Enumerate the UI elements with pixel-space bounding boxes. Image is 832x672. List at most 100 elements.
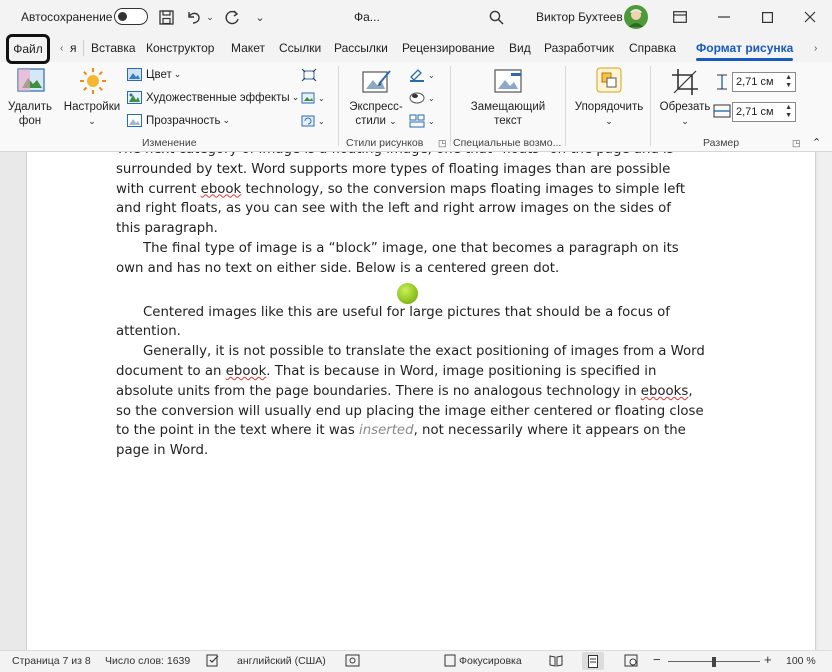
artistic-effects-button[interactable]: Художественные эффекты ⌄	[127, 91, 299, 104]
tab-view[interactable]: Вид	[509, 34, 531, 62]
picture-styles-launcher-icon[interactable]: ◳	[438, 138, 447, 149]
document-page[interactable]: The next category of image is a floating…	[26, 142, 816, 650]
word-count[interactable]: Число слов: 1639	[105, 655, 190, 667]
misspelled-word[interactable]: ebook	[226, 364, 267, 379]
height-field[interactable]: 2,71 см ▲ ▼	[732, 72, 796, 92]
crop-button[interactable]: Обрезать ⌄	[656, 100, 714, 128]
paragraph-positioning: Generally, it is not possible to transla…	[116, 342, 708, 461]
arrange-label: Упорядочить	[574, 101, 644, 113]
paragraph-block-image: The final type of image is a “block” ima…	[116, 240, 679, 276]
vertical-scrollbar[interactable]	[818, 152, 832, 650]
chevron-down-icon: ⌄	[605, 116, 613, 126]
arrange-button[interactable]: Упорядочить ⌄	[571, 100, 647, 128]
alt-text-icon	[494, 69, 524, 98]
tab-help[interactable]: Справка	[629, 34, 676, 62]
tab-references[interactable]: Ссылки	[279, 34, 321, 62]
picture-effects-icon[interactable]: ⌄	[409, 91, 437, 108]
undo-dropdown-icon[interactable]: ⌄	[204, 7, 216, 27]
reset-picture-icon[interactable]: ⌄	[301, 114, 327, 131]
tab-mailings[interactable]: Рассылки	[334, 34, 388, 62]
customize-toolbar-icon[interactable]: ⌄	[254, 8, 266, 26]
zoom-in-icon[interactable]: +	[764, 652, 772, 667]
focus-mode[interactable]: Фокусировка	[459, 655, 522, 667]
svg-text:⌄: ⌄	[318, 117, 325, 126]
minimize-icon[interactable]	[714, 7, 734, 27]
width-field[interactable]: 2,71 см ▲ ▼	[732, 102, 796, 122]
zoom-out-icon[interactable]: −	[653, 652, 661, 667]
alt-text-label-2: текст	[494, 115, 522, 127]
text-line: this paragraph.	[116, 221, 218, 237]
read-mode-icon[interactable]	[549, 654, 563, 670]
tab-picture-format[interactable]: Формат рисунка	[688, 34, 801, 62]
close-icon[interactable]	[800, 7, 820, 27]
corrections-button[interactable]: Настройки ⌄	[62, 100, 122, 128]
ribbon: Удалить фон Настройки ⌄ Цвет ⌄ Художестве…	[0, 62, 832, 152]
tab-insert[interactable]: Вставка	[91, 34, 136, 62]
title-bar: Автосохранение ⌄ ⌄ Фа... Виктор Бухтеев	[0, 0, 832, 34]
user-name[interactable]: Виктор Бухтеев	[536, 10, 623, 24]
svg-text:⌄: ⌄	[428, 117, 435, 126]
undo-icon[interactable]	[184, 7, 204, 27]
color-button[interactable]: Цвет ⌄	[127, 68, 181, 81]
group-label-accessibility: Специальные возмо...	[453, 137, 562, 149]
compress-pictures-icon[interactable]	[301, 68, 317, 85]
page-count[interactable]: Страница 7 из 8	[12, 655, 91, 667]
group-label-adjust: Изменение	[142, 137, 197, 149]
misspelled-word[interactable]: ebooks	[641, 384, 689, 399]
corrections-label: Настройки	[63, 101, 121, 113]
zoom-level[interactable]: 100 %	[786, 655, 816, 667]
accessibility-icon[interactable]	[345, 654, 360, 670]
transparency-button[interactable]: Прозрачность ⌄	[127, 114, 230, 127]
ribbon-tabs: ‹ я Вставка Конструктор Макет Ссылки Рас…	[0, 34, 832, 62]
height-value: 2,71 см	[736, 76, 774, 88]
change-picture-icon[interactable]: ⌄	[301, 91, 327, 108]
text-run: technology, so the conversion maps float…	[241, 181, 686, 197]
print-layout-icon[interactable]	[582, 652, 604, 670]
tab-partial[interactable]: я	[70, 34, 77, 62]
alt-text-button[interactable]: Замещающий текст	[465, 100, 551, 128]
picture-layout-icon[interactable]: ⌄	[409, 114, 437, 131]
transparency-label: Прозрачность	[146, 114, 221, 127]
remove-background-button[interactable]: Удалить фон	[8, 100, 52, 128]
language[interactable]: английский (США)	[237, 655, 326, 667]
tab-developer[interactable]: Разработчик	[544, 34, 614, 62]
avatar[interactable]	[624, 5, 648, 29]
document-name[interactable]: Фа...	[354, 10, 380, 24]
zoom-slider-thumb[interactable]	[712, 657, 716, 667]
paragraph-floating: The next category of image is a floating…	[116, 140, 708, 239]
proofing-icon[interactable]	[206, 654, 220, 670]
misspelled-word[interactable]: ebook	[201, 182, 242, 197]
width-value: 2,71 см	[736, 106, 774, 118]
quick-styles-button[interactable]: Экспресс- стили ⌄	[345, 100, 407, 128]
ribbon-display-icon[interactable]	[670, 7, 690, 27]
autosave-label: Автосохранение	[21, 10, 113, 24]
group-label-picture-styles: Стили рисунков	[346, 137, 424, 149]
tab-review[interactable]: Рецензирование	[402, 34, 495, 62]
group-label-size: Размер	[703, 137, 740, 149]
ribbon-separator	[338, 66, 339, 146]
web-layout-icon[interactable]	[624, 654, 638, 670]
tabs-scroll-right-icon[interactable]: ›	[814, 34, 817, 62]
redo-icon[interactable]	[222, 7, 242, 27]
text-run: with current	[116, 181, 201, 197]
text-line: surrounded by text. Word supports more t…	[116, 161, 671, 177]
svg-text:⌄: ⌄	[428, 71, 435, 80]
svg-text:⌄: ⌄	[318, 94, 325, 103]
tab-file[interactable]: Файл	[6, 34, 50, 64]
size-launcher-icon[interactable]: ◳	[792, 138, 801, 149]
alt-text-label-1: Замещающий	[470, 101, 546, 113]
maximize-icon[interactable]	[757, 7, 777, 27]
collapse-ribbon-icon[interactable]: ⌃	[812, 136, 821, 149]
height-spinner-icon[interactable]: ▲ ▼	[785, 74, 792, 90]
save-icon[interactable]	[156, 7, 176, 27]
picture-border-icon[interactable]: ⌄	[409, 68, 437, 85]
focus-icon[interactable]	[444, 654, 456, 670]
width-spinner-icon[interactable]: ▲ ▼	[785, 104, 792, 120]
tabs-scroll-left-icon[interactable]: ‹	[60, 34, 63, 62]
search-icon[interactable]	[486, 7, 506, 27]
remove-bg-label-2: фон	[18, 115, 42, 127]
tab-design[interactable]: Конструктор	[146, 34, 214, 62]
tab-layout[interactable]: Макет	[231, 34, 265, 62]
green-dot-image[interactable]	[397, 283, 418, 304]
autosave-toggle[interactable]	[114, 8, 148, 25]
